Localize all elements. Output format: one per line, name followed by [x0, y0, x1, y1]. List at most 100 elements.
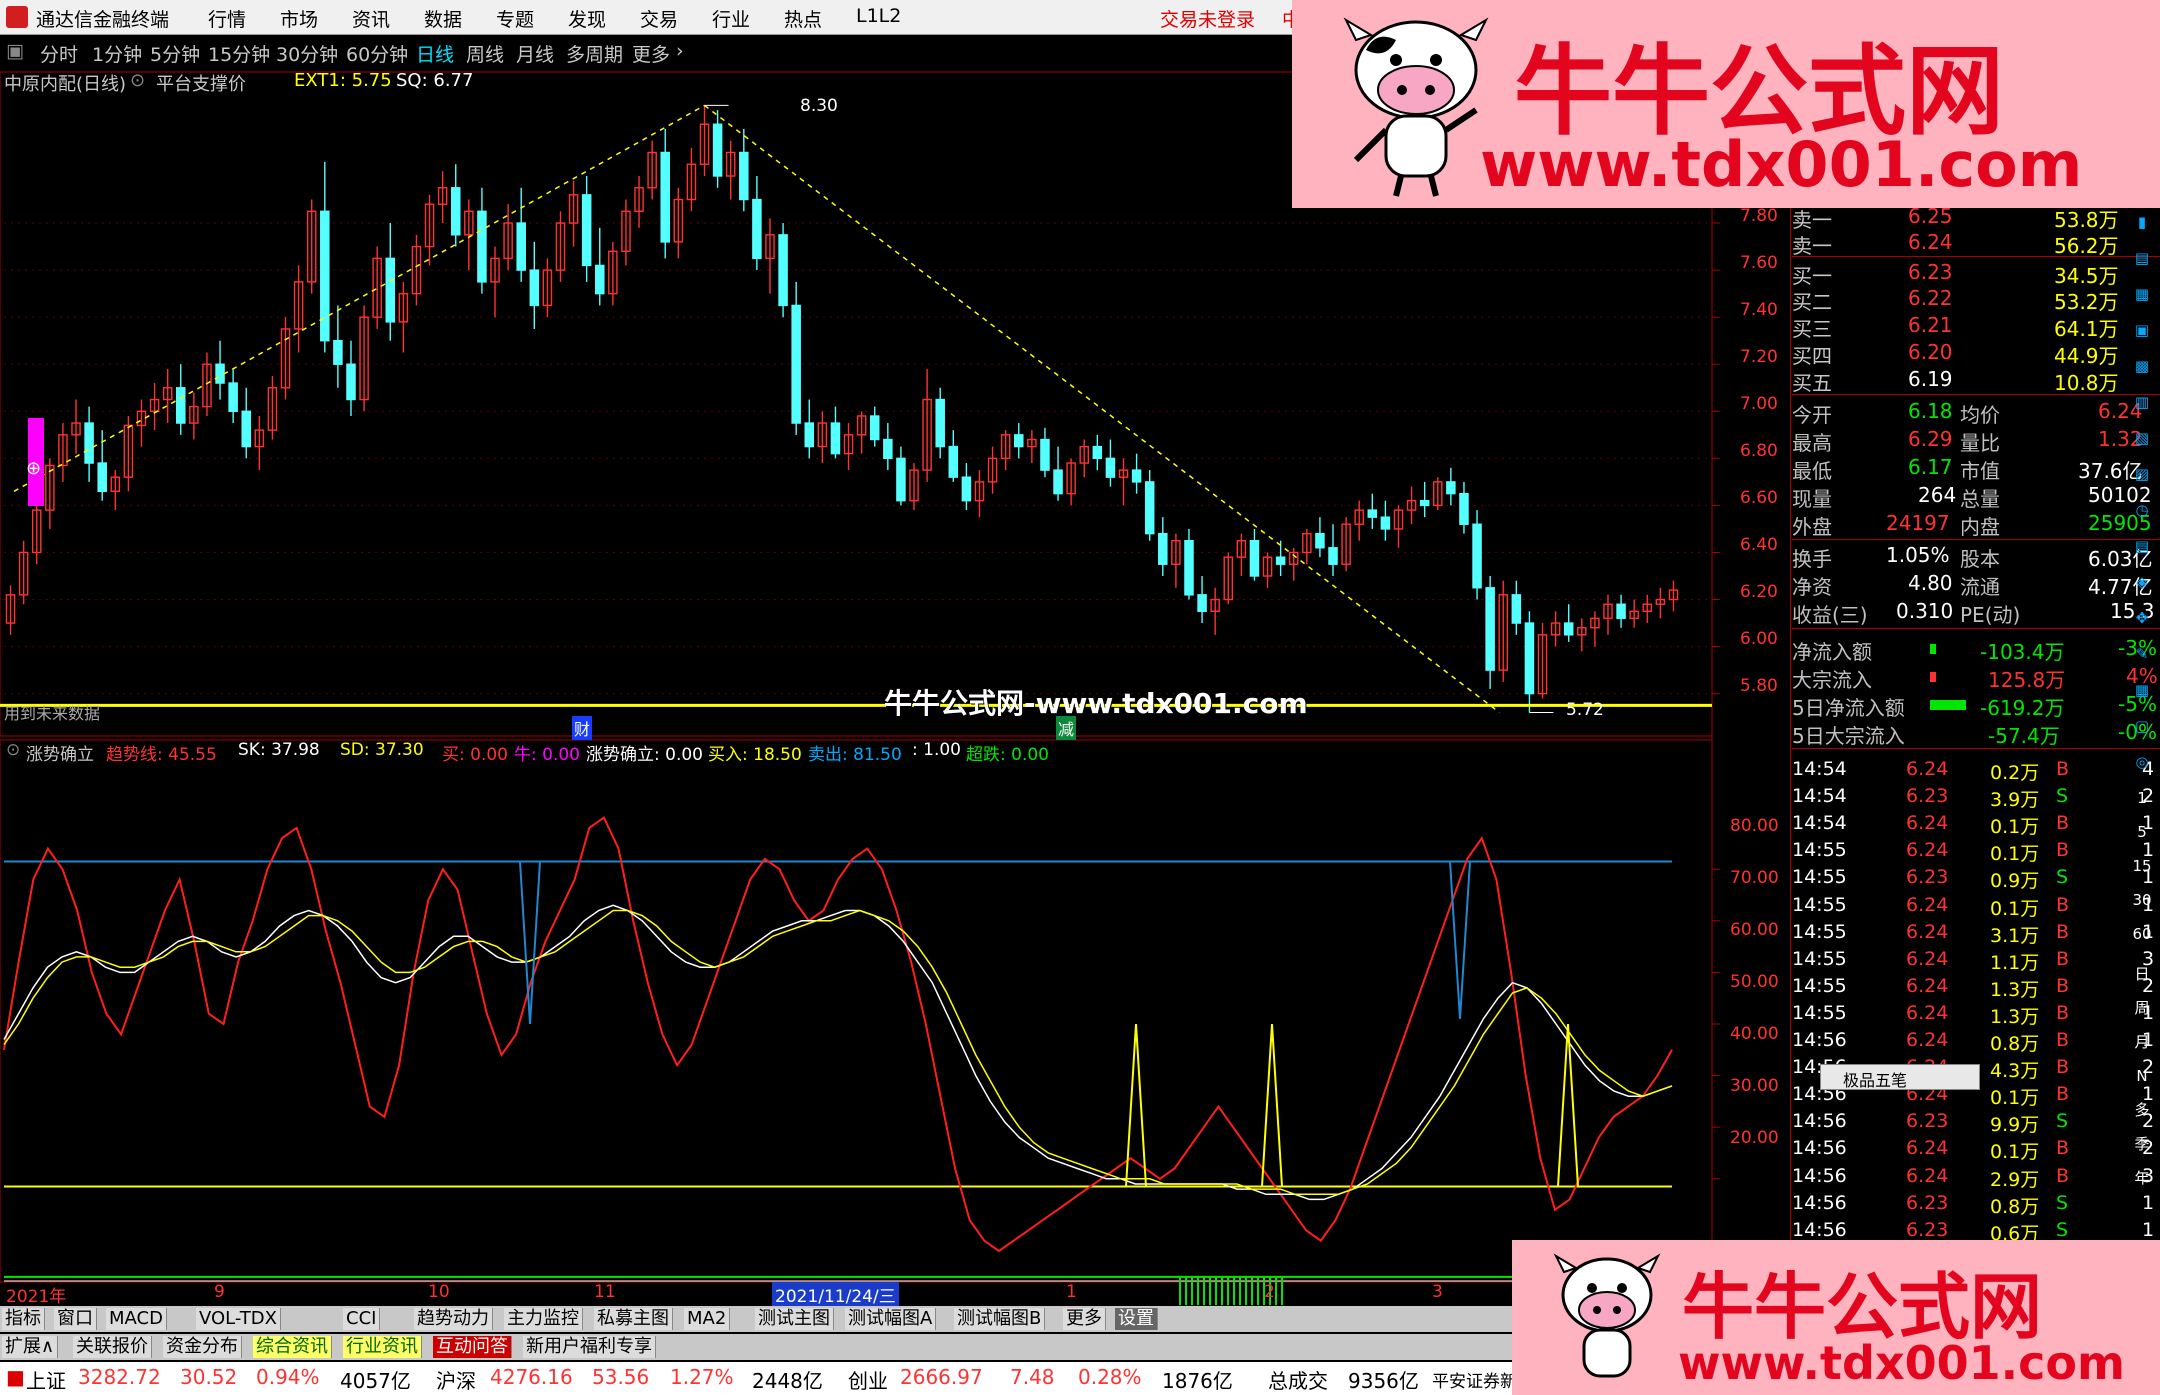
tick-row[interactable]: 14:56 6.23 0.8万 S 1: [1792, 1192, 2160, 1219]
indicator-title: 涨势确立: [26, 745, 94, 765]
tab-tabs_row2-5[interactable]: 互动问答: [433, 1336, 512, 1358]
sd-value: SD: 37.30: [340, 740, 424, 760]
period-30[interactable]: 30: [2128, 886, 2156, 914]
period-month[interactable]: 月: [2128, 1028, 2156, 1056]
tick-time: 14:55: [1792, 947, 1847, 970]
tab-tabs_row2-2[interactable]: 资金分布: [163, 1336, 242, 1358]
period-week[interactable]: 周: [2128, 994, 2156, 1022]
tab-tabs_row2-3[interactable]: 综合资讯: [253, 1336, 332, 1358]
table-icon[interactable]: ▥: [2128, 388, 2156, 416]
tick-row[interactable]: 14:54 6.24 0.2万 B 4: [1792, 758, 2160, 785]
tab-tabs_row1-1[interactable]: 窗口: [54, 1308, 97, 1330]
period-quarter[interactable]: 季: [2128, 1130, 2156, 1158]
indicator-settings-icon[interactable]: ⊙: [6, 740, 20, 760]
move-icon[interactable]: ✥: [2128, 604, 2156, 632]
indicator-line-1: [3, 904, 1673, 1201]
tab-tabs_row1-8[interactable]: MA2: [684, 1308, 731, 1330]
fs-icon[interactable]: ▦: [2128, 676, 2156, 704]
tab-tabs_row1-9[interactable]: 测试主图: [755, 1308, 834, 1330]
candle-body: [1459, 492, 1469, 525]
candle-body: [215, 363, 225, 384]
tab-tabs_row1-12[interactable]: 更多: [1063, 1308, 1106, 1330]
pen-icon[interactable]: ✎: [2128, 640, 2156, 668]
candle-body: [1419, 500, 1430, 507]
tab-tabs_row1-7[interactable]: 私募主图: [594, 1308, 673, 1330]
bid-row[interactable]: 买一 6.23 34.5万: [1792, 260, 2160, 288]
sh-icon: ■: [6, 1365, 25, 1389]
period-1[interactable]: 1: [2128, 784, 2156, 812]
tab-tabs_row1-11[interactable]: 测试幅图B: [954, 1308, 1046, 1330]
tick-row[interactable]: 14:54 6.23 3.9万 S 2: [1792, 785, 2160, 812]
grid-icon[interactable]: ▩: [2128, 352, 2156, 380]
tick-row[interactable]: 14:54 6.24 0.1万 B 1: [1792, 812, 2160, 839]
tick-row[interactable]: 14:55 6.24 1.1万 B 3: [1792, 948, 2160, 975]
price-tick: 7.80: [1740, 206, 1778, 226]
tab-tabs_row1-13[interactable]: 设置: [1115, 1308, 1158, 1330]
tick-volume: 0.1万: [1990, 816, 2040, 839]
compare-icon[interactable]: ▨: [2128, 460, 2156, 488]
tab-tabs_row2-0[interactable]: 扩展∧: [2, 1336, 59, 1358]
kline-icon[interactable]: ▤: [2128, 244, 2156, 272]
tab-tabs_row2-6[interactable]: 新用户福利专享: [523, 1336, 656, 1358]
tick-side: B: [2056, 1056, 2070, 1079]
tick-row[interactable]: 14:56 6.24 2.9万 B 3: [1792, 1165, 2160, 1192]
tick-price: 6.23: [1906, 1191, 1949, 1214]
buy-signal-spike: [1557, 1023, 1579, 1187]
bid-row[interactable]: 买四 6.20 44.9万: [1792, 340, 2160, 368]
tab-tabs_row1-3[interactable]: VOL-TDX: [196, 1308, 281, 1330]
tick-count: 1: [2142, 1218, 2155, 1241]
ask-row[interactable]: 卖一 6.24 56.2万: [1792, 230, 2160, 258]
bid-row[interactable]: 买五 6.19 10.8万: [1792, 367, 2160, 395]
stats-icon[interactable]: ▤: [2128, 532, 2156, 560]
rsi-icon[interactable]: ◈: [2128, 568, 2156, 596]
tab-tabs_row1-6[interactable]: 主力监控: [504, 1308, 583, 1330]
ime-popup[interactable]: 极品五笔: [1820, 1064, 1980, 1090]
tick-row[interactable]: 14:55 6.24 0.1万 B 1: [1792, 839, 2160, 866]
period-n[interactable]: N: [2128, 1062, 2156, 1090]
period-year[interactable]: 年: [2128, 1164, 2156, 1192]
clock-icon[interactable]: ◷: [2128, 496, 2156, 524]
candle-body: [791, 304, 801, 424]
f10-icon[interactable]: ▧: [2128, 424, 2156, 452]
tab-tabs_row2-1[interactable]: 关联报价: [73, 1336, 152, 1358]
finance-icon[interactable]: ▣: [2128, 316, 2156, 344]
tab-tabs_row1-0[interactable]: 指标: [2, 1308, 45, 1330]
alert-icon[interactable]: ◎: [2128, 748, 2156, 776]
chart-icon[interactable]: ▮: [2128, 208, 2156, 236]
tab-tabs_row1-5[interactable]: 趋势动力: [414, 1308, 493, 1330]
list-icon[interactable]: ▦: [2128, 280, 2156, 308]
tick-row[interactable]: 14:55 6.23 0.9万 S 1: [1792, 866, 2160, 893]
tab-tabs_row1-10[interactable]: 测试幅图A: [845, 1308, 937, 1330]
candle-body: [660, 151, 670, 243]
tick-row[interactable]: 14:55 6.24 0.1万 B 1: [1792, 894, 2160, 921]
tick-row[interactable]: 14:55 6.24 1.3万 B 1: [1792, 1002, 2160, 1029]
buy-signal-spike: [1261, 1023, 1283, 1187]
tick-volume: 0.2万: [1990, 762, 2040, 784]
candle-body: [320, 210, 330, 342]
bid-row[interactable]: 买二 6.22 53.2万: [1792, 286, 2160, 314]
candle-body: [1328, 547, 1338, 565]
candle-body: [84, 422, 94, 464]
indicator-series: [3, 816, 1673, 1306]
tick-row[interactable]: 14:55 6.24 1.3万 B 2: [1792, 975, 2160, 1002]
tab-tabs_row1-2[interactable]: MACD: [106, 1308, 167, 1330]
bid-row[interactable]: 买三 6.21 64.1万: [1792, 313, 2160, 341]
tick-row[interactable]: 14:56 6.23 9.9万 S 2: [1792, 1110, 2160, 1137]
period-multi-tool[interactable]: 多: [2128, 1096, 2156, 1124]
period-day[interactable]: 日: [2128, 960, 2156, 988]
window-icon[interactable]: ▢: [2128, 712, 2156, 740]
candle-body: [1014, 434, 1024, 448]
period-5[interactable]: 5: [2128, 818, 2156, 846]
ime-label: 极品五笔: [1843, 1071, 1908, 1090]
tick-row[interactable]: 14:56 6.24 0.1万 B 2: [1792, 1137, 2160, 1164]
tick-row[interactable]: 14:55 6.24 3.1万 B 1: [1792, 921, 2160, 948]
candle-body: [948, 445, 959, 478]
tab-tabs_row2-4[interactable]: 行业资讯: [343, 1336, 422, 1358]
add-marker-icon[interactable]: ⊕: [26, 458, 41, 479]
period-15[interactable]: 15: [2128, 852, 2156, 880]
tab-tabs_row1-4[interactable]: CCI: [343, 1308, 381, 1330]
candle-body: [883, 438, 893, 460]
financial-marker[interactable]: 财: [572, 716, 593, 740]
tick-row[interactable]: 14:56 6.24 0.8万 B 1: [1792, 1029, 2160, 1056]
period-60[interactable]: 60: [2128, 920, 2156, 948]
